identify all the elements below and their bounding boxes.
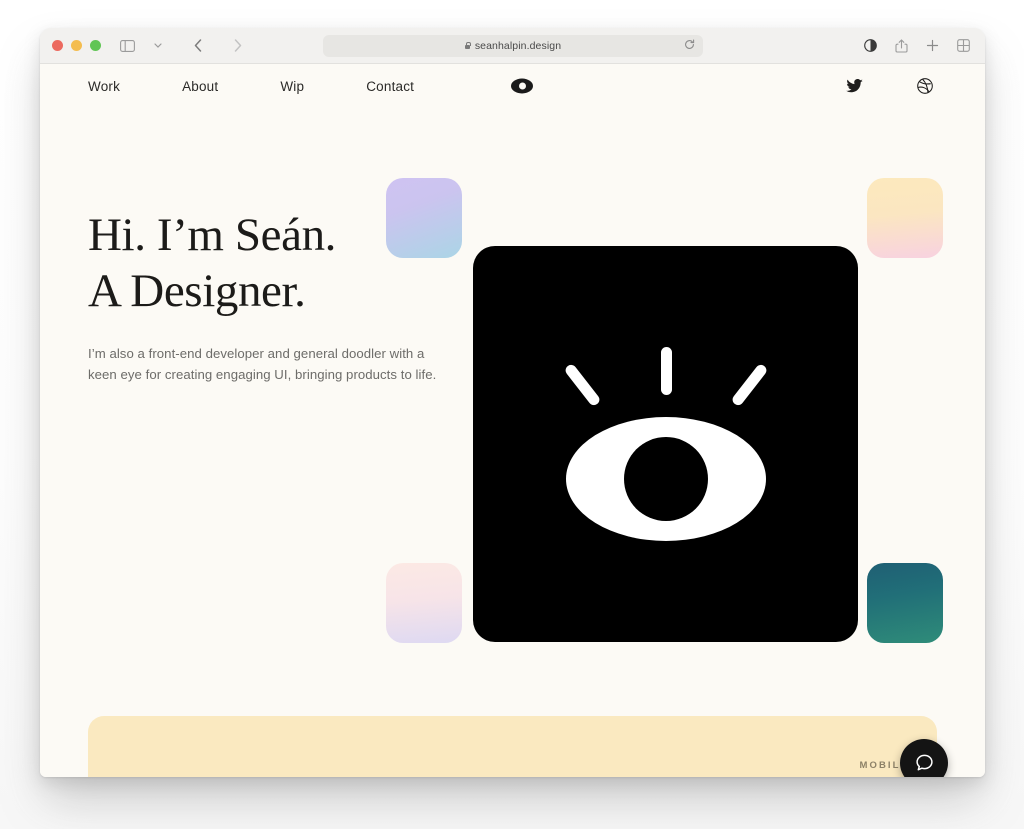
dribbble-icon[interactable] xyxy=(917,78,933,94)
nav-link-work[interactable]: Work xyxy=(88,75,120,98)
twitter-icon[interactable] xyxy=(846,78,863,94)
address-bar-container: seanhalpin.design xyxy=(322,34,703,57)
hero-copy: Hi. I’m Seán. A Designer. I’m also a fro… xyxy=(88,207,488,385)
tab-overview-icon[interactable] xyxy=(953,36,973,56)
url-text: seanhalpin.design xyxy=(474,39,562,52)
address-bar[interactable]: seanhalpin.design xyxy=(322,34,703,57)
hero-section: Hi. I’m Seán. A Designer. I’m also a fro… xyxy=(40,108,985,733)
toolbar-right-controls xyxy=(860,36,973,56)
project-card-text: MOBILE Help Scout xyxy=(760,760,909,777)
decor-square-top-right xyxy=(867,178,943,258)
eye-logo-icon[interactable] xyxy=(511,78,533,94)
hero-title-line-1: Hi. I’m Seán. xyxy=(88,209,337,261)
minimize-window-button[interactable] xyxy=(71,40,82,51)
site-navigation: Work About Wip Contact xyxy=(40,64,985,108)
reload-icon[interactable] xyxy=(684,37,695,55)
chevron-down-icon[interactable] xyxy=(148,36,168,56)
hero-subtitle: I’m also a front-end developer and gener… xyxy=(88,346,437,382)
back-arrow-icon[interactable] xyxy=(188,36,208,56)
toolbar-left-controls xyxy=(117,36,248,56)
hero-title-line-2: A Designer. xyxy=(88,265,306,317)
decor-square-bottom-left xyxy=(386,563,462,643)
nav-link-about[interactable]: About xyxy=(182,75,218,98)
page-title: Hi. I’m Seán. A Designer. xyxy=(88,207,488,319)
reader-contrast-icon[interactable] xyxy=(860,36,880,56)
decor-square-bottom-right xyxy=(867,563,943,643)
lock-icon xyxy=(464,41,471,50)
nav-link-contact[interactable]: Contact xyxy=(366,75,414,98)
sidebar-toggle-icon[interactable] xyxy=(117,36,137,56)
eye-with-rays-illustration xyxy=(473,246,858,642)
website-viewport: Work About Wip Contact Hi. I’m Seán. A D… xyxy=(40,64,985,777)
browser-toolbar: seanhalpin.design xyxy=(40,28,985,64)
close-window-button[interactable] xyxy=(52,40,63,51)
forward-arrow-icon[interactable] xyxy=(228,36,248,56)
nav-social-links xyxy=(846,78,933,94)
maximize-window-button[interactable] xyxy=(90,40,101,51)
help-beacon-button[interactable] xyxy=(900,739,948,777)
page-backdrop: seanhalpin.design Work About Wip Contact… xyxy=(0,0,1024,829)
browser-window: seanhalpin.design Work About Wip Contact… xyxy=(40,28,985,777)
share-icon[interactable] xyxy=(891,36,911,56)
window-traffic-lights xyxy=(52,40,101,51)
nav-link-wip[interactable]: Wip xyxy=(280,75,304,98)
nav-links: Work About Wip Contact xyxy=(88,75,414,98)
project-category-label: MOBILE xyxy=(859,760,909,771)
plus-icon[interactable] xyxy=(922,36,942,56)
project-card-help-scout[interactable]: MOBILE Help Scout xyxy=(88,716,937,777)
